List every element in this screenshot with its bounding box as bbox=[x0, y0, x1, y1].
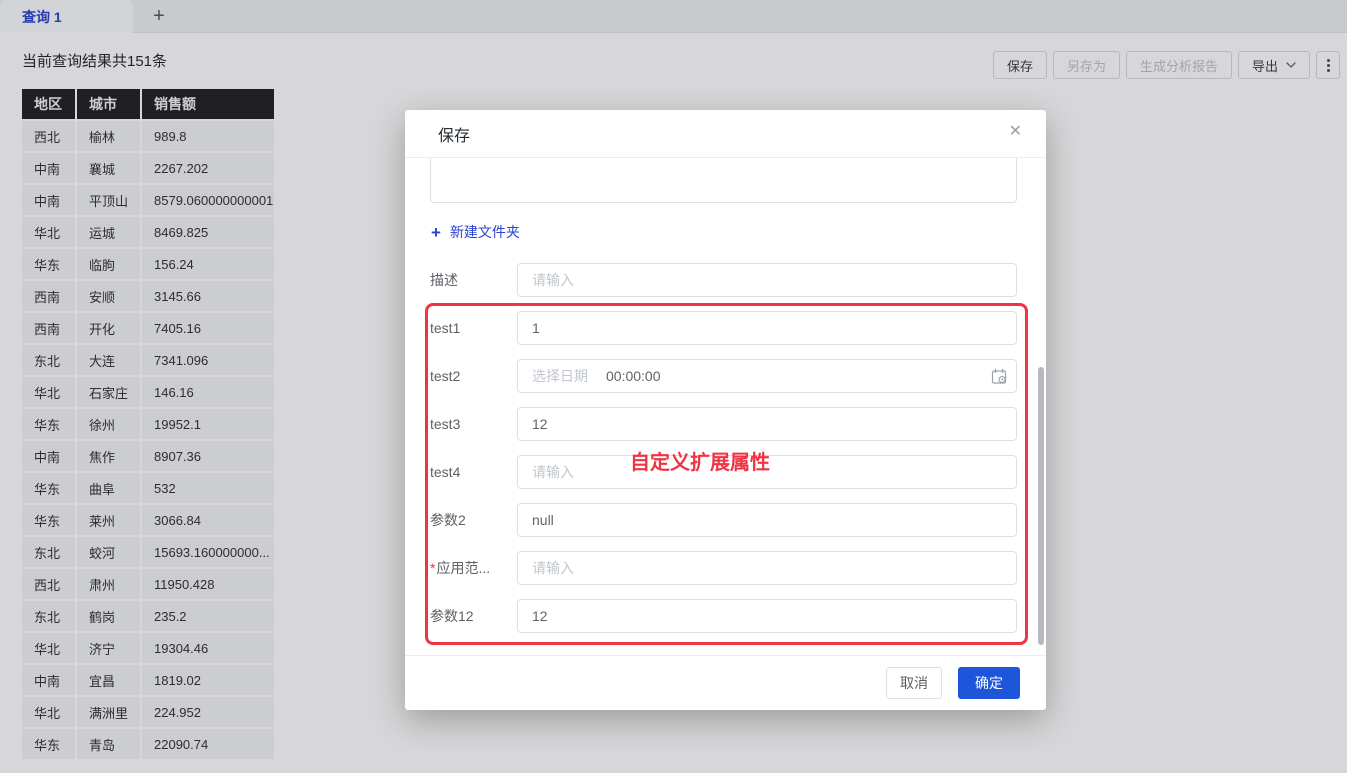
field-row: 参数2 null bbox=[430, 503, 1017, 537]
field-row: 描述请输入 bbox=[430, 263, 1017, 297]
field-row: test1 1 bbox=[430, 311, 1017, 345]
input-value: 12 bbox=[532, 416, 548, 432]
input-value: 1 bbox=[532, 320, 540, 336]
field-label: 参数2 bbox=[430, 503, 517, 537]
field-label: test1 bbox=[430, 311, 517, 345]
dialog-header: 保存 bbox=[405, 110, 1046, 158]
field-row: test4 请输入 bbox=[430, 455, 1017, 489]
field-label: test4 bbox=[430, 455, 517, 489]
field-row: test3 12 bbox=[430, 407, 1017, 441]
close-icon[interactable]: ✕ bbox=[1009, 124, 1022, 140]
field-row: 参数12 12 bbox=[430, 599, 1017, 633]
field-row: *应用范... 请输入 bbox=[430, 551, 1017, 585]
app-root: 查询 1 + 当前查询结果共151条 保存 另存为 生成分析报告 导出 地区 城… bbox=[0, 0, 1347, 773]
input-参数2[interactable]: null bbox=[517, 503, 1017, 537]
input-placeholder: 请输入 bbox=[532, 270, 574, 290]
required-asterisk: * bbox=[430, 560, 435, 576]
input-value: 12 bbox=[532, 608, 548, 624]
field-label: *应用范... bbox=[430, 551, 517, 585]
confirm-button[interactable]: 确定 bbox=[958, 667, 1020, 699]
field-label: 参数12 bbox=[430, 599, 517, 633]
input-placeholder: 请输入 bbox=[532, 462, 574, 482]
date-placeholder: 选择日期 bbox=[532, 366, 588, 386]
modal-scrollbar-thumb[interactable] bbox=[1038, 367, 1044, 645]
field-label: 描述 bbox=[430, 263, 517, 297]
time-value: 00:00:00 bbox=[606, 368, 661, 384]
input-参数12[interactable]: 12 bbox=[517, 599, 1017, 633]
new-folder-link[interactable]: + 新建文件夹 bbox=[431, 222, 520, 242]
input-描述[interactable]: 请输入 bbox=[517, 263, 1017, 297]
save-dialog: 保存 ✕ + 新建文件夹 描述请输入test11test2选择日期00:00:0… bbox=[405, 110, 1046, 710]
input-placeholder: 请输入 bbox=[532, 558, 574, 578]
new-folder-label: 新建文件夹 bbox=[450, 222, 520, 242]
input-test3[interactable]: 12 bbox=[517, 407, 1017, 441]
cancel-button[interactable]: 取消 bbox=[886, 667, 942, 699]
dialog-title: 保存 bbox=[438, 122, 470, 146]
input-test4[interactable]: 请输入 bbox=[517, 455, 1017, 489]
folder-select-box[interactable] bbox=[430, 158, 1017, 203]
input-应用范...[interactable]: 请输入 bbox=[517, 551, 1017, 585]
plus-icon: + bbox=[431, 224, 441, 241]
field-label: test2 bbox=[430, 359, 517, 393]
calendar-clock-icon[interactable] bbox=[991, 368, 1007, 388]
input-test2[interactable]: 选择日期 00:00:00 bbox=[517, 359, 1017, 393]
input-test1[interactable]: 1 bbox=[517, 311, 1017, 345]
dialog-footer: 取消 确定 bbox=[405, 655, 1046, 710]
input-value: null bbox=[532, 512, 554, 528]
field-label: test3 bbox=[430, 407, 517, 441]
field-row: test2 选择日期 00:00:00 bbox=[430, 359, 1017, 393]
modal-fields: 描述请输入test11test2选择日期00:00:00test312test4… bbox=[430, 263, 1017, 647]
